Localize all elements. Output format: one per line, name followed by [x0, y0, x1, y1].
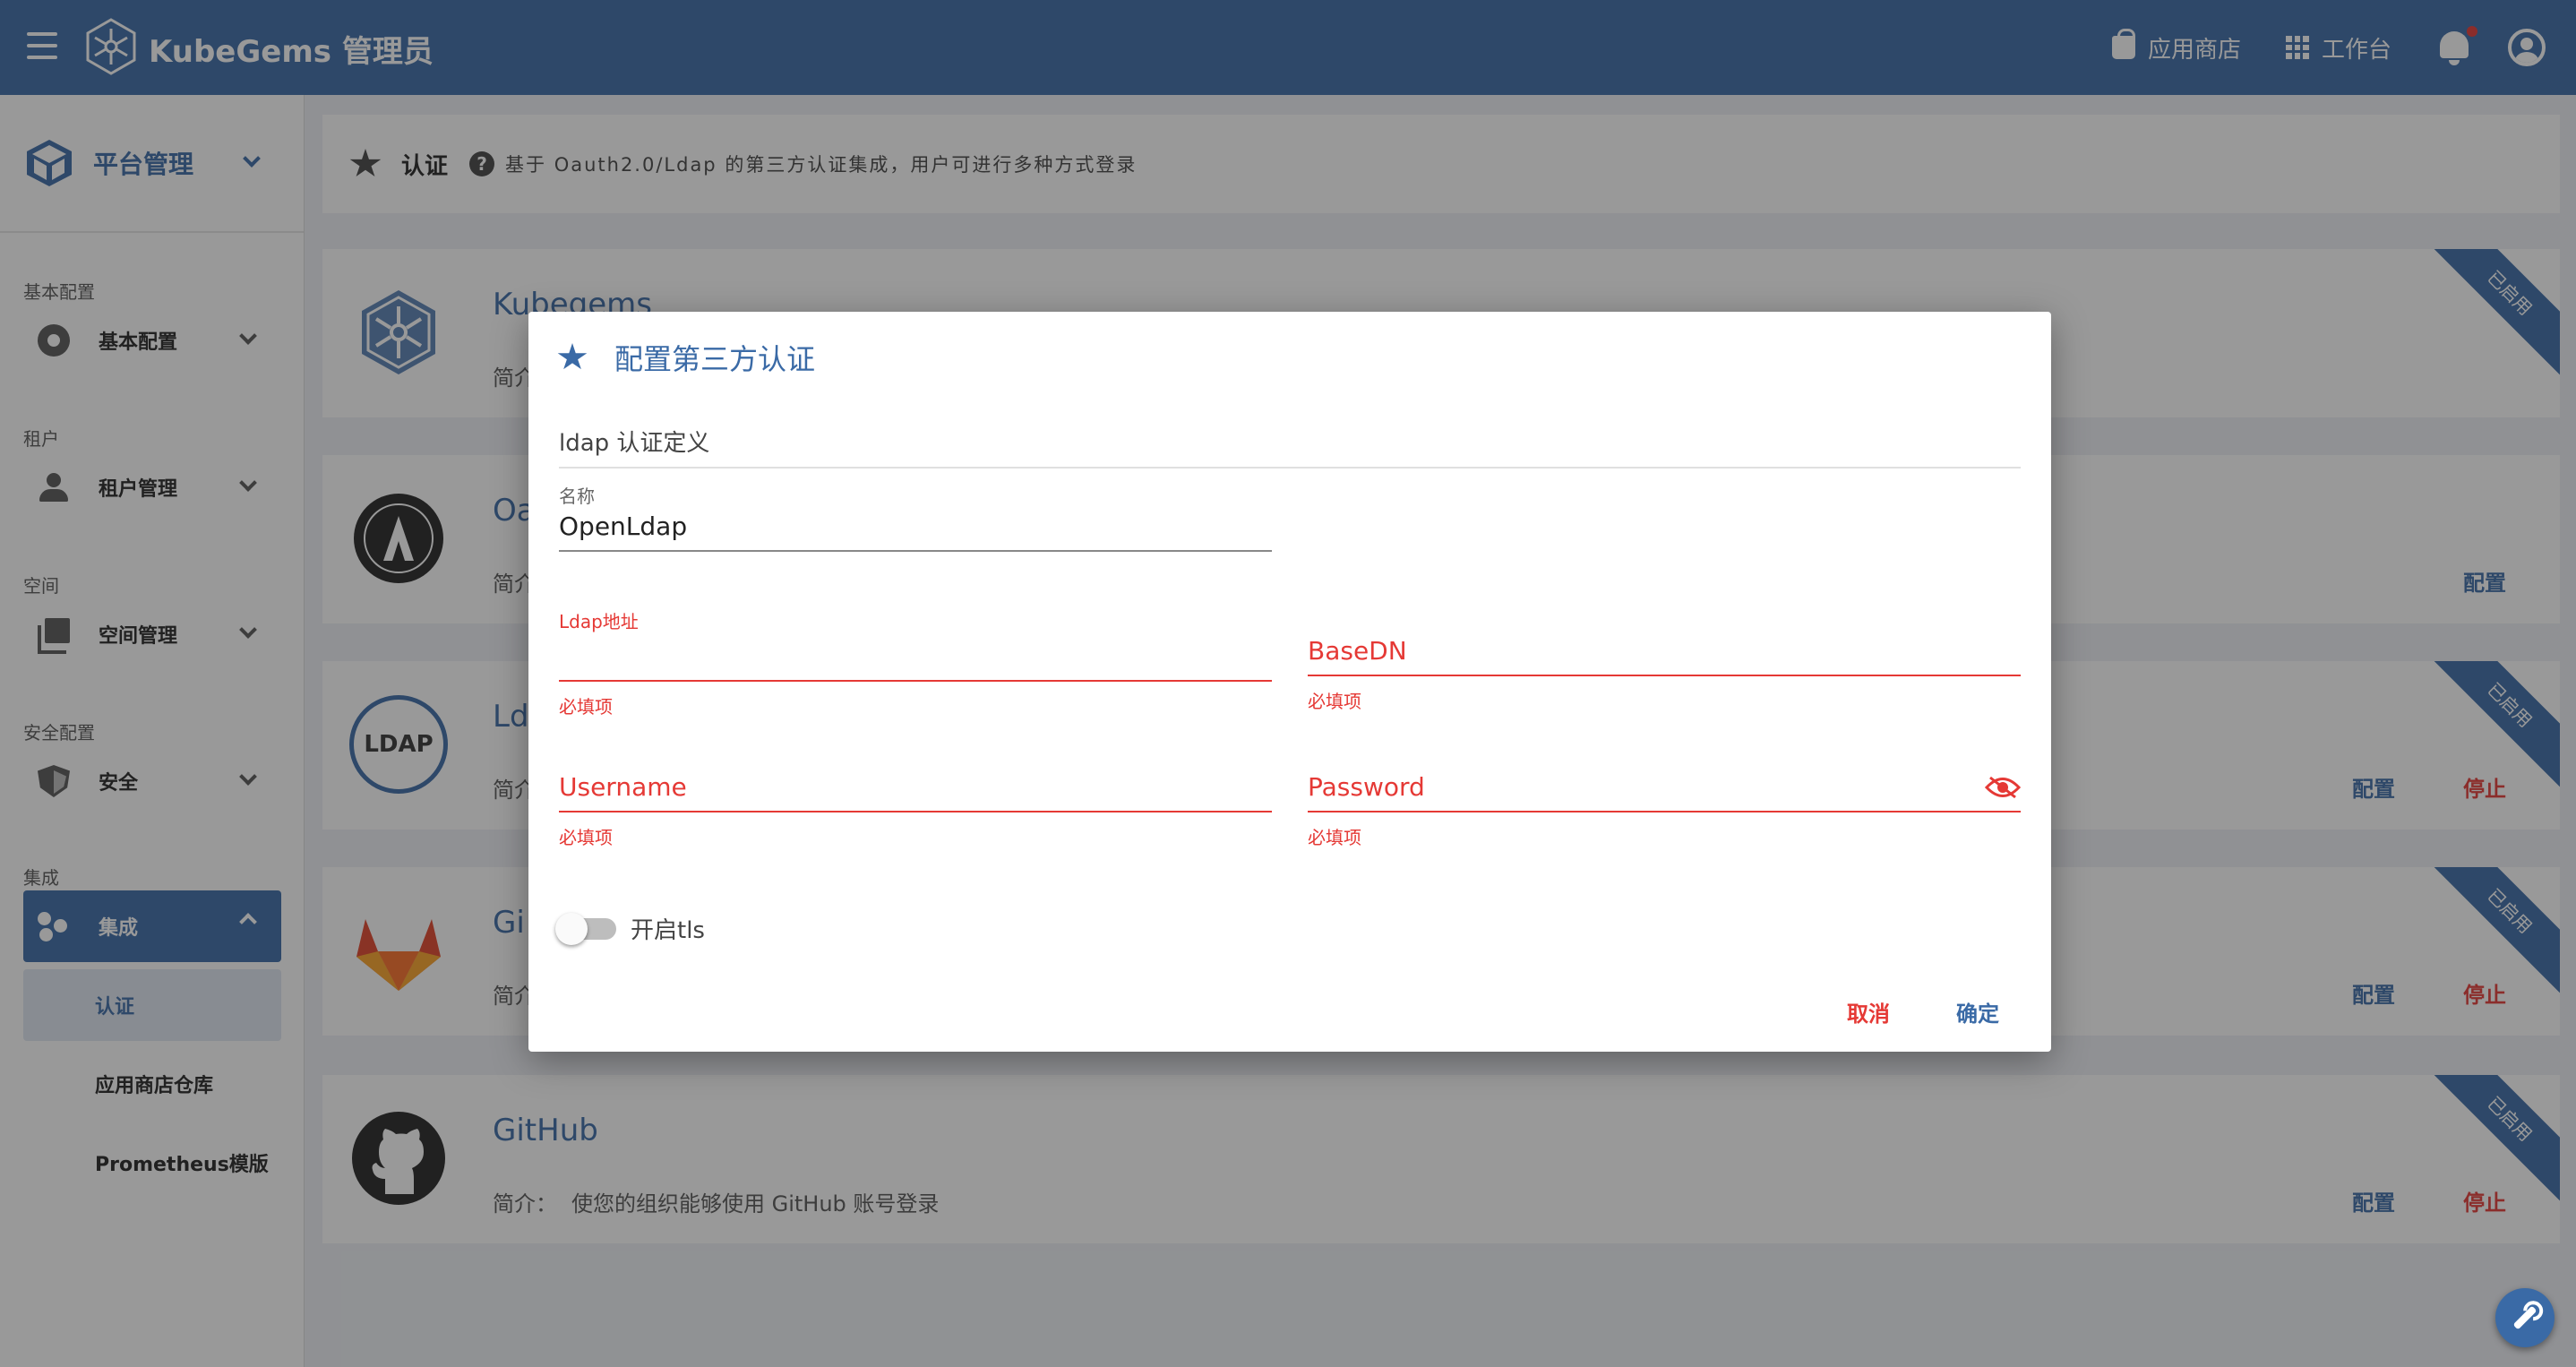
confirm-button[interactable]: 确定 [1956, 996, 1999, 1027]
cancel-button[interactable]: 取消 [1847, 996, 1890, 1027]
basedn-field[interactable]: BaseDN 必填项 [1308, 636, 2021, 713]
ldap-address-label: Ldap地址 [559, 611, 639, 632]
name-field-label: 名称 [559, 486, 595, 507]
ldap-address-input[interactable] [559, 633, 1272, 671]
required-hint: 必填项 [1308, 827, 1361, 848]
required-hint: 必填项 [559, 696, 613, 718]
required-hint: 必填项 [559, 827, 613, 848]
name-field[interactable]: 名称 OpenLdap [559, 482, 1272, 552]
username-field[interactable]: Username 必填项 [559, 772, 1272, 849]
tls-switch[interactable] [555, 912, 616, 945]
password-field[interactable]: Password 必填项 [1308, 772, 2021, 849]
ldap-address-field[interactable]: Ldap地址 必填项 [559, 607, 1272, 718]
eye-off-icon[interactable] [1985, 776, 2021, 799]
wrench-icon [2512, 1305, 2537, 1330]
tls-label: 开启tls [631, 917, 705, 944]
name-field-value[interactable]: OpenLdap [559, 512, 1272, 541]
tls-toggle[interactable]: 开启tls [555, 912, 705, 945]
password-placeholder: Password [1308, 772, 1425, 802]
username-placeholder: Username [559, 772, 687, 802]
section-title: ldap 认证定义 [559, 425, 2021, 469]
tools-fab[interactable] [2495, 1288, 2555, 1347]
star-icon [557, 343, 588, 370]
dialog-title: 配置第三方认证 [614, 342, 816, 376]
basedn-placeholder: BaseDN [1308, 636, 1407, 666]
third-party-auth-dialog: 配置第三方认证 ldap 认证定义 名称 OpenLdap Ldap地址 必填项… [528, 312, 2051, 1052]
required-hint: 必填项 [1308, 691, 1361, 712]
